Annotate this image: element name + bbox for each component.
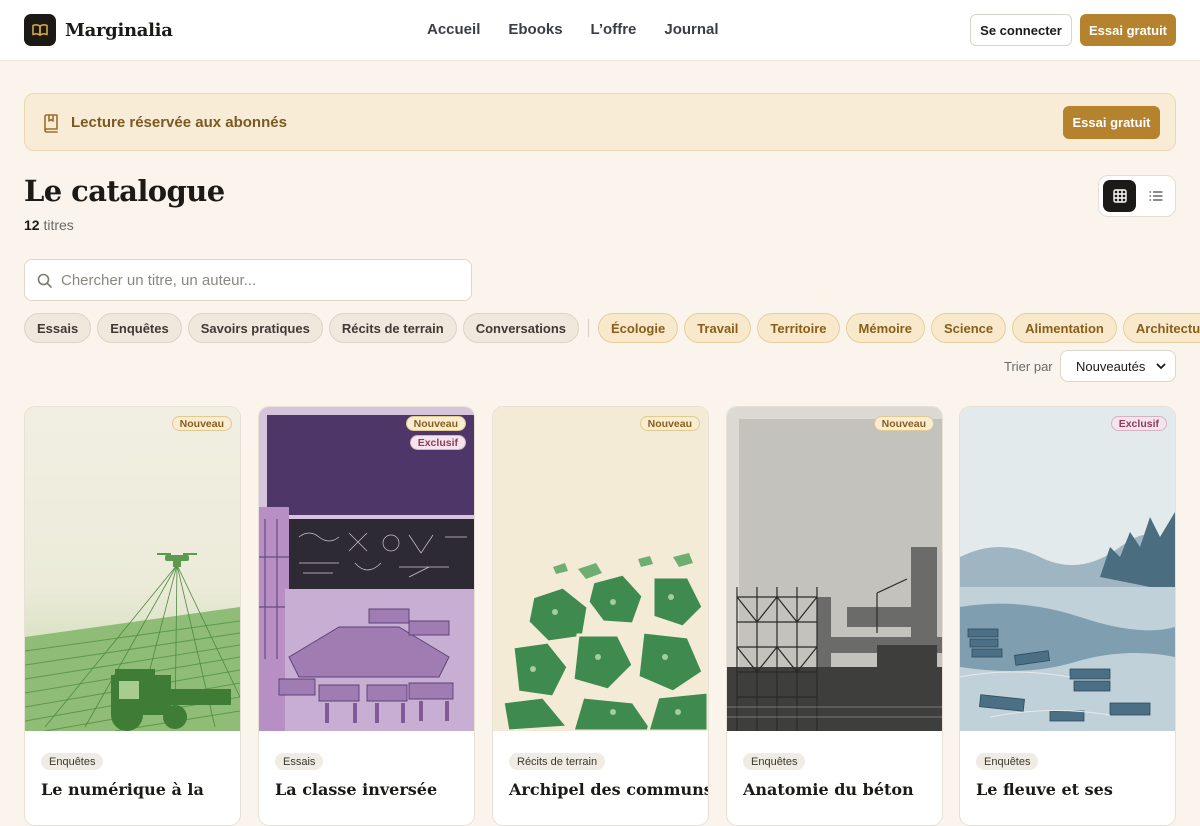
chip-divider — [588, 319, 590, 337]
book-title: Le numérique à la — [41, 780, 204, 799]
book-cover-image — [493, 407, 708, 731]
chip-format-conversations[interactable]: Conversations — [462, 313, 580, 343]
chip-format-savoirs-pratiques[interactable]: Savoirs pratiques — [187, 313, 323, 343]
book-bookmark-icon — [42, 113, 60, 138]
nav-link-journal[interactable]: Journal — [664, 21, 718, 38]
book-format-tag: Récits de terrain — [509, 753, 606, 770]
badge-nouveau: Nouveau — [639, 416, 700, 431]
badge-exclusif: Exclusif — [409, 435, 466, 450]
sort-select[interactable]: Nouveautés — [1060, 350, 1176, 382]
chip-format-essais[interactable]: Essais — [24, 313, 92, 343]
title-count: 12 titres — [24, 217, 74, 233]
book-title: Archipel des communs — [509, 780, 709, 799]
nav-link-ebooks[interactable]: Ebooks — [508, 21, 562, 38]
chevron-down-icon — [1156, 363, 1166, 369]
book-cover-image — [259, 407, 474, 731]
badge-exclusif: Exclusif — [1110, 416, 1167, 431]
book-cover-image — [960, 407, 1175, 731]
book-title: Anatomie du béton — [743, 780, 914, 799]
chip-theme-territoire[interactable]: Territoire — [757, 313, 840, 343]
book-card[interactable]: Nouveau Enquêtes Anatomie du béton — [726, 406, 943, 826]
chip-theme-ecologie[interactable]: Écologie — [598, 313, 679, 343]
nav-link-accueil[interactable]: Accueil — [427, 21, 480, 38]
top-navigation-bar: Marginalia Accueil Ebooks L’offre Journa… — [0, 0, 1200, 61]
badge-nouveau: Nouveau — [405, 416, 466, 431]
brand-name: Marginalia — [65, 19, 173, 41]
filter-chips: Essais Enquêtes Savoirs pratiques Récits… — [24, 313, 1200, 343]
chip-format-recits-de-terrain[interactable]: Récits de terrain — [328, 313, 457, 343]
main-nav: Accueil Ebooks L’offre Journal — [427, 21, 719, 38]
book-card[interactable]: Nouveau Récits de terrain Archipel des c… — [492, 406, 709, 826]
chip-theme-memoire[interactable]: Mémoire — [845, 313, 925, 343]
badge-nouveau: Nouveau — [873, 416, 934, 431]
book-format-tag: Essais — [275, 753, 324, 770]
chip-format-enquetes[interactable]: Enquêtes — [97, 313, 182, 343]
book-title: La classe inversée — [275, 780, 438, 799]
book-format-tag: Enquêtes — [743, 753, 806, 770]
search-box — [24, 259, 472, 301]
title-count-suffix: titres — [39, 217, 74, 233]
badge-nouveau: Nouveau — [171, 416, 232, 431]
book-card[interactable]: Exclusif Enquêtes Le fleuve et ses — [959, 406, 1176, 826]
subscriber-banner: Lecture réservée aux abonnés Essai gratu… — [24, 93, 1176, 151]
search-icon — [37, 273, 52, 293]
brand-logo[interactable]: Marginalia — [24, 14, 173, 46]
chip-theme-alimentation[interactable]: Alimentation — [1012, 313, 1117, 343]
chip-theme-travail[interactable]: Travail — [684, 313, 752, 343]
sort-selected-value: Nouveautés — [1076, 359, 1146, 374]
nav-link-offre[interactable]: L’offre — [591, 21, 637, 38]
book-format-tag: Enquêtes — [976, 753, 1039, 770]
book-cover-image — [727, 407, 942, 731]
list-view-icon[interactable] — [1139, 180, 1172, 212]
chip-theme-architecture[interactable]: Architecture — [1122, 313, 1200, 343]
book-format-tag: Enquêtes — [41, 753, 104, 770]
free-trial-button[interactable]: Essai gratuit — [1080, 14, 1176, 46]
book-icon — [24, 14, 56, 46]
page-title: Le catalogue — [24, 174, 225, 208]
book-cover-image — [25, 407, 240, 731]
chip-theme-science[interactable]: Science — [930, 313, 1007, 343]
banner-message: Lecture réservée aux abonnés — [71, 114, 287, 131]
book-title: Le fleuve et ses — [976, 780, 1113, 799]
login-button[interactable]: Se connecter — [970, 14, 1072, 46]
book-card[interactable]: Nouveau Exclusif Essais La classe invers… — [258, 406, 475, 826]
view-toggle — [1098, 175, 1176, 217]
sort-label: Trier par — [1004, 359, 1053, 374]
banner-trial-button[interactable]: Essai gratuit — [1063, 106, 1160, 139]
book-card[interactable]: Nouveau Enquêtes Le numérique à la — [24, 406, 241, 826]
search-input[interactable] — [61, 260, 461, 300]
grid-view-icon[interactable] — [1103, 180, 1136, 212]
title-count-number: 12 — [24, 217, 40, 233]
